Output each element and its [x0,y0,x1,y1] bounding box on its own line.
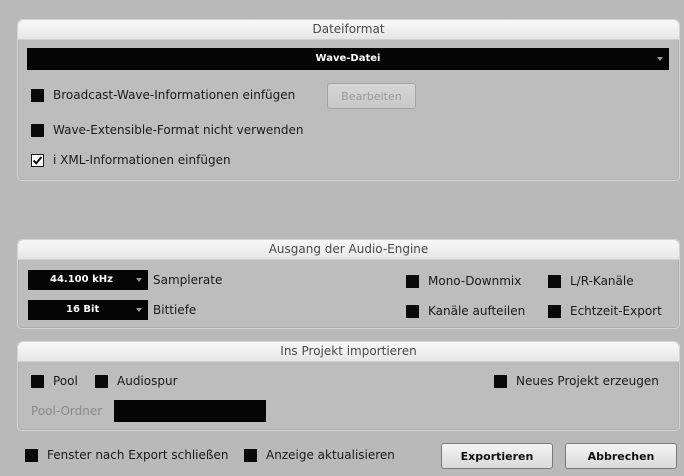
file-format-dropdown[interactable]: Wave-Datei [27,48,669,70]
pool-ordner-label: Pool-Ordner [31,404,103,418]
bittiefe-dropdown[interactable]: 16 Bit [28,300,148,320]
kanaele-aufteilen-label: Kanäle aufteilen [428,304,526,318]
ixml-row[interactable]: i XML-Informationen einfügen [31,153,231,167]
file-format-header: Dateiformat [18,20,679,40]
audiospur-checkbox[interactable] [95,374,108,388]
file-format-value: Wave-Datei [315,53,381,64]
neues-projekt-checkbox[interactable] [494,374,507,388]
samplerate-value: 44.100 kHz [50,274,113,285]
update-display-row[interactable]: Anzeige aktualisieren [244,448,395,462]
close-after-export-checkbox[interactable] [25,448,38,462]
bittiefe-label: Bittiefe [153,303,197,317]
pool-label: Pool [53,374,78,388]
import-header: Ins Projekt importieren [18,342,679,362]
samplerate-label: Samplerate [153,273,223,287]
broadcast-wave-row[interactable]: Broadcast-Wave-Informationen einfügen [31,88,295,102]
checkmark-icon [32,155,43,165]
audiospur-label: Audiospur [117,374,178,388]
broadcast-wave-checkbox[interactable] [31,88,44,102]
export-button[interactable]: Exportieren [441,443,553,469]
ixml-checkbox[interactable] [31,153,44,167]
cancel-button[interactable]: Abbrechen [565,443,677,469]
wave-extensible-checkbox[interactable] [31,123,44,137]
audio-engine-header: Ausgang der Audio-Engine [18,240,679,260]
bittiefe-value: 16 Bit [66,304,100,315]
echtzeit-export-label: Echtzeit-Export [570,304,662,318]
lr-kanaele-label: L/R-Kanäle [570,274,634,288]
chevron-down-icon [136,278,142,282]
update-display-checkbox[interactable] [244,448,257,462]
lr-kanaele-row[interactable]: L/R-Kanäle [548,274,634,288]
lr-kanaele-checkbox[interactable] [548,274,561,288]
samplerate-dropdown[interactable]: 44.100 kHz [28,270,148,290]
kanaele-aufteilen-checkbox[interactable] [406,304,419,318]
pool-ordner-field[interactable] [114,400,266,422]
edit-button[interactable]: Bearbeiten [327,83,416,109]
pool-row[interactable]: Pool [31,374,78,388]
kanaele-aufteilen-row[interactable]: Kanäle aufteilen [406,304,525,318]
audiospur-row[interactable]: Audiospur [95,374,178,388]
update-display-label: Anzeige aktualisieren [266,448,395,462]
neues-projekt-label: Neues Projekt erzeugen [516,374,659,388]
mono-downmix-checkbox[interactable] [406,274,419,288]
echtzeit-export-checkbox[interactable] [548,304,561,318]
close-after-export-label: Fenster nach Export schließen [47,448,229,462]
pool-checkbox[interactable] [31,374,44,388]
wave-extensible-row[interactable]: Wave-Extensible-Format nicht verwenden [31,123,303,137]
mono-downmix-row[interactable]: Mono-Downmix [406,274,521,288]
neues-projekt-row[interactable]: Neues Projekt erzeugen [494,374,659,388]
mono-downmix-label: Mono-Downmix [428,274,522,288]
broadcast-wave-label: Broadcast-Wave-Informationen einfügen [53,88,296,102]
ixml-label: i XML-Informationen einfügen [53,153,231,167]
chevron-down-icon [136,308,142,312]
wave-extensible-label: Wave-Extensible-Format nicht verwenden [53,123,304,137]
echtzeit-export-row[interactable]: Echtzeit-Export [548,304,662,318]
chevron-down-icon [657,57,663,61]
close-after-export-row[interactable]: Fenster nach Export schließen [25,448,228,462]
